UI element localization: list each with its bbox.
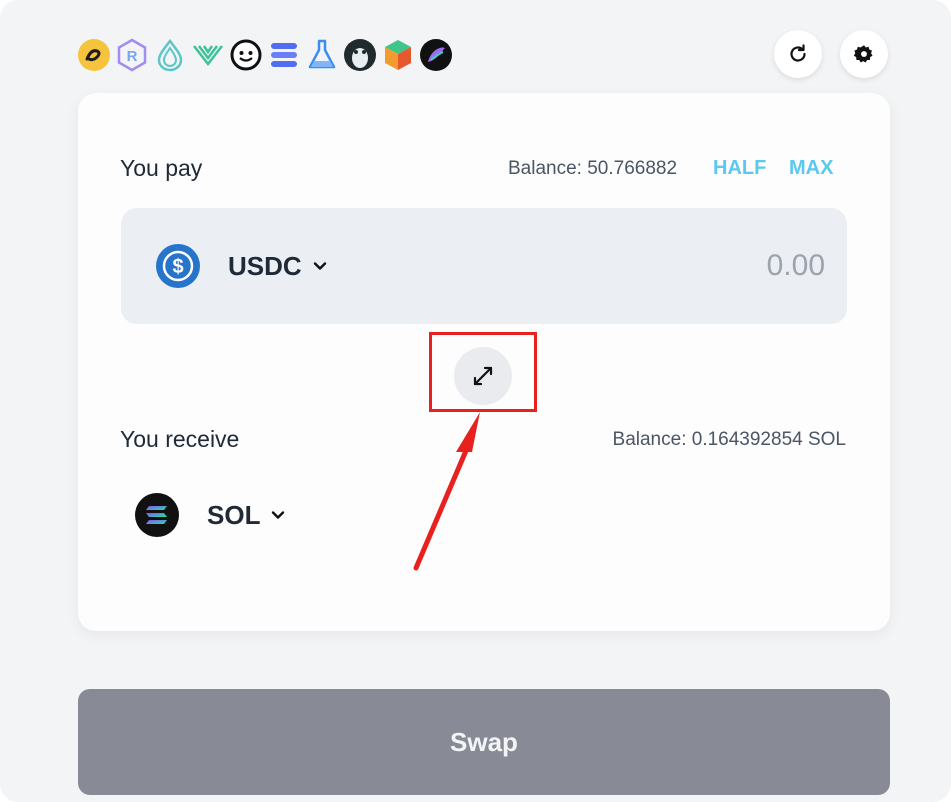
- chevron-down-icon: [313, 262, 326, 270]
- drop-logo-icon: [157, 38, 183, 72]
- switch-tokens-button[interactable]: [454, 347, 512, 405]
- cube-logo-icon: [385, 40, 411, 70]
- refresh-button[interactable]: [774, 30, 822, 78]
- usdc-token-icon: $: [156, 244, 200, 288]
- you-pay-label: You pay: [120, 155, 203, 181]
- pay-token-name: USDC: [228, 250, 302, 281]
- swap-card: You pay Balance: 50.766882 HALF MAX $ US…: [78, 93, 890, 631]
- settings-button[interactable]: [840, 30, 888, 78]
- globe-logo-icon: [420, 39, 452, 71]
- dex-logo-row: R: [77, 36, 453, 74]
- svg-text:$: $: [172, 256, 183, 278]
- receive-balance: Balance: 0.164392854 SOL: [612, 429, 846, 450]
- you-receive-label: You receive: [120, 426, 240, 452]
- swap-arrows-icon: [473, 366, 493, 386]
- pay-input-box: $ USDC: [121, 208, 847, 324]
- half-button[interactable]: HALF: [713, 157, 766, 180]
- penguin-logo-icon: [344, 39, 376, 71]
- raydium-logo-icon: R: [117, 38, 147, 72]
- smiley-logo-icon: [230, 39, 262, 71]
- swap-button[interactable]: Swap: [78, 689, 890, 795]
- receive-token-name: SOL: [207, 499, 261, 530]
- dex-logo-1-icon: [78, 39, 110, 71]
- max-button[interactable]: MAX: [789, 157, 833, 180]
- receive-token-selector[interactable]: SOL: [135, 493, 286, 537]
- flask-logo-icon: [308, 39, 336, 69]
- svg-text:R: R: [127, 48, 138, 65]
- swap-widget: R You pay Balance: 50.766882 HALF MAX $ …: [0, 0, 951, 802]
- pay-amount-input[interactable]: [625, 244, 825, 288]
- wings-logo-icon: [193, 45, 223, 67]
- refresh-icon: [790, 44, 806, 62]
- pay-balance: Balance: 50.766882: [508, 158, 678, 179]
- chevron-down-icon: [272, 511, 285, 519]
- stripes-logo-icon: [271, 43, 297, 67]
- gear-icon: [853, 45, 873, 63]
- sol-token-icon: [135, 493, 179, 537]
- pay-token-selector[interactable]: $ USDC: [156, 244, 328, 288]
